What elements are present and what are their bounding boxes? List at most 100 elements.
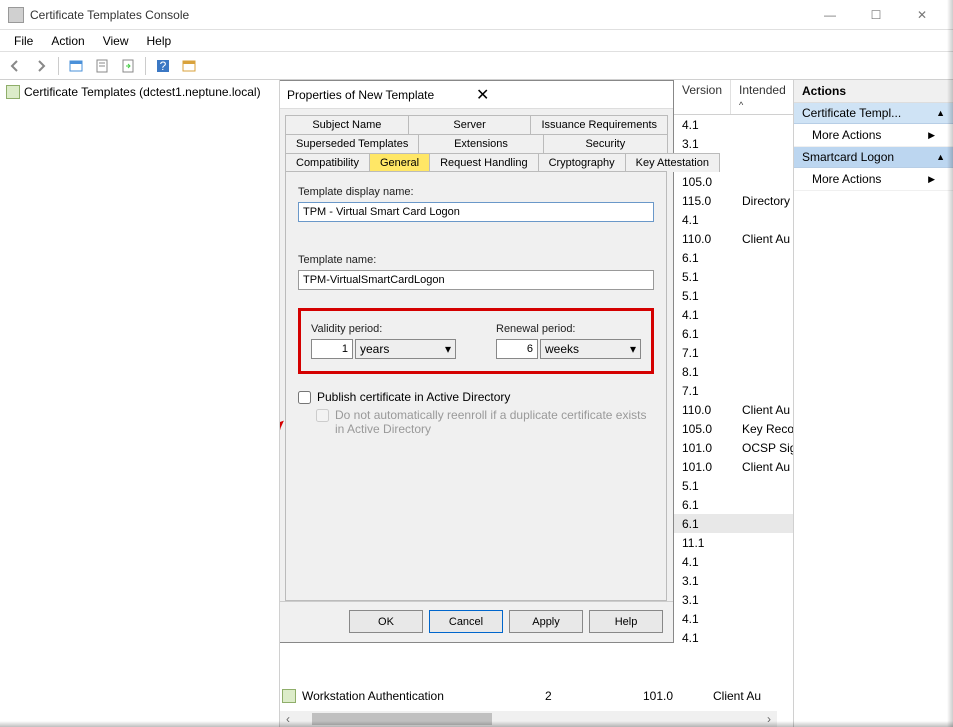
table-row[interactable]: 6.1 bbox=[674, 248, 793, 267]
row-c2: 2 bbox=[523, 689, 643, 703]
table-row[interactable]: 4.1 bbox=[674, 305, 793, 324]
menu-view[interactable]: View bbox=[95, 32, 137, 50]
window-titlebar: Certificate Templates Console — ☐ ✕ bbox=[0, 0, 953, 30]
actions-more-1[interactable]: More Actions▶ bbox=[794, 124, 953, 147]
tab-compatibility[interactable]: Compatibility bbox=[285, 153, 370, 172]
tree-root-label: Certificate Templates (dctest1.neptune.l… bbox=[24, 85, 261, 99]
tab-extensions[interactable]: Extensions bbox=[418, 134, 543, 153]
table-row[interactable]: 105.0 bbox=[674, 172, 793, 191]
row-intended: Client Au bbox=[713, 689, 793, 703]
tree-pane: Certificate Templates (dctest1.neptune.l… bbox=[0, 80, 280, 727]
period-highlight-box: Validity period: years▾ Renewal period: bbox=[298, 308, 654, 374]
table-row[interactable]: 101.0OCSP Sig bbox=[674, 438, 793, 457]
tab-key-attestation[interactable]: Key Attestation bbox=[625, 153, 720, 172]
validity-unit-select[interactable]: years▾ bbox=[355, 339, 456, 359]
actions-title: Actions bbox=[794, 80, 953, 103]
table-row[interactable]: 110.0Client Au bbox=[674, 400, 793, 419]
menubar: File Action View Help bbox=[0, 30, 953, 52]
app-icon bbox=[8, 7, 24, 23]
table-row[interactable]: 115.0Directory bbox=[674, 191, 793, 210]
publish-ad-label: Publish certificate in Active Directory bbox=[317, 390, 510, 404]
display-name-input[interactable] bbox=[298, 202, 654, 222]
column-intended[interactable]: Intended ^ bbox=[731, 80, 793, 114]
table-row[interactable]: 110.0Client Au bbox=[674, 229, 793, 248]
template-name-input[interactable] bbox=[298, 270, 654, 290]
table-row[interactable]: 6.1 bbox=[674, 514, 793, 533]
publish-ad-checkbox-row: Publish certificate in Active Directory bbox=[298, 390, 654, 404]
maximize-button[interactable]: ☐ bbox=[853, 1, 899, 29]
tab-panel-general: Template display name: Template name: Va… bbox=[285, 171, 667, 601]
toolbar-help-icon[interactable]: ? bbox=[152, 55, 174, 77]
help-button[interactable]: Help bbox=[589, 610, 663, 633]
toolbar: ? bbox=[0, 52, 953, 80]
table-row[interactable]: 4.1 bbox=[674, 210, 793, 229]
no-reenroll-checkbox bbox=[316, 409, 329, 422]
chevron-right-icon: ▶ bbox=[928, 174, 935, 185]
actions-more-2[interactable]: More Actions▶ bbox=[794, 168, 953, 191]
table-row[interactable]: 4.1 bbox=[674, 628, 793, 647]
column-version[interactable]: Version bbox=[674, 80, 731, 114]
ok-button[interactable]: OK bbox=[349, 610, 423, 633]
display-name-label: Template display name: bbox=[298, 186, 654, 198]
minimize-button[interactable]: — bbox=[807, 1, 853, 29]
table-row[interactable]: 101.0Client Au bbox=[674, 457, 793, 476]
tab-general[interactable]: General bbox=[369, 153, 430, 172]
tab-issuance-requirements[interactable]: Issuance Requirements bbox=[530, 115, 668, 134]
table-row[interactable]: 4.1 bbox=[674, 552, 793, 571]
svg-text:?: ? bbox=[160, 59, 167, 73]
no-reenroll-label: Do not automatically reenroll if a dupli… bbox=[335, 408, 654, 436]
tree-root[interactable]: Certificate Templates (dctest1.neptune.l… bbox=[4, 84, 275, 100]
publish-ad-checkbox[interactable] bbox=[298, 391, 311, 404]
table-row[interactable]: 3.1 bbox=[674, 134, 793, 153]
tab-superseded-templates[interactable]: Superseded Templates bbox=[285, 134, 419, 153]
toolbar-window-icon[interactable] bbox=[178, 55, 200, 77]
grid-last-row[interactable]: Workstation Authentication 2 101.0 Clien… bbox=[280, 686, 793, 705]
toolbar-export-icon[interactable] bbox=[117, 55, 139, 77]
table-row[interactable]: 7.1 bbox=[674, 343, 793, 362]
collapse-icon: ▲ bbox=[936, 152, 945, 162]
table-row[interactable]: 4.1 bbox=[674, 609, 793, 628]
renewal-unit-select[interactable]: weeks▾ bbox=[540, 339, 641, 359]
table-row[interactable]: 3.1 bbox=[674, 571, 793, 590]
table-row[interactable]: 5.1 bbox=[674, 267, 793, 286]
tab-cryptography[interactable]: Cryptography bbox=[538, 153, 626, 172]
menu-help[interactable]: Help bbox=[139, 32, 180, 50]
toolbar-doc-icon[interactable] bbox=[91, 55, 113, 77]
dialog-close-button[interactable]: ✕ bbox=[476, 85, 665, 105]
tab-subject-name[interactable]: Subject Name bbox=[285, 115, 409, 134]
renewal-period-label: Renewal period: bbox=[496, 323, 641, 335]
dialog-titlebar: Properties of New Template ✕ bbox=[280, 81, 673, 109]
tab-server[interactable]: Server bbox=[408, 115, 532, 134]
chevron-down-icon: ▾ bbox=[445, 342, 451, 356]
tab-request-handling[interactable]: Request Handling bbox=[429, 153, 538, 172]
table-row[interactable]: 4.1 bbox=[674, 115, 793, 134]
table-row[interactable]: 6.1 bbox=[674, 495, 793, 514]
table-row[interactable]: 7.1 bbox=[674, 381, 793, 400]
menu-file[interactable]: File bbox=[6, 32, 41, 50]
collapse-icon: ▲ bbox=[936, 108, 945, 118]
table-row[interactable]: 5.1 bbox=[674, 476, 793, 495]
actions-group-smartcard-logon[interactable]: Smartcard Logon▲ bbox=[794, 147, 953, 168]
table-row[interactable]: 105.0Key Reco bbox=[674, 419, 793, 438]
close-button[interactable]: ✕ bbox=[899, 1, 945, 29]
apply-button[interactable]: Apply bbox=[509, 610, 583, 633]
table-row[interactable]: 6.1 bbox=[674, 324, 793, 343]
row-version: 101.0 bbox=[643, 689, 713, 703]
cancel-button[interactable]: Cancel bbox=[429, 610, 503, 633]
back-button[interactable] bbox=[4, 55, 26, 77]
toolbar-pane-icon[interactable] bbox=[65, 55, 87, 77]
table-row[interactable]: 3.1 bbox=[674, 590, 793, 609]
table-row[interactable]: 8.1 bbox=[674, 362, 793, 381]
actions-group-certificate-templates[interactable]: Certificate Templ...▲ bbox=[794, 103, 953, 124]
table-row[interactable]: 5.1 bbox=[674, 286, 793, 305]
row-name: Workstation Authentication bbox=[300, 689, 523, 703]
center-pane: Version Intended ^ 4.13.15.1105.0115.0Di… bbox=[280, 80, 793, 727]
template-grid[interactable]: Version Intended ^ 4.13.15.1105.0115.0Di… bbox=[674, 80, 793, 707]
no-reenroll-checkbox-row: Do not automatically reenroll if a dupli… bbox=[316, 408, 654, 436]
table-row[interactable]: 11.1 bbox=[674, 533, 793, 552]
validity-value-input[interactable] bbox=[311, 339, 353, 359]
menu-action[interactable]: Action bbox=[43, 32, 92, 50]
renewal-value-input[interactable] bbox=[496, 339, 538, 359]
forward-button[interactable] bbox=[30, 55, 52, 77]
tab-security[interactable]: Security bbox=[543, 134, 668, 153]
